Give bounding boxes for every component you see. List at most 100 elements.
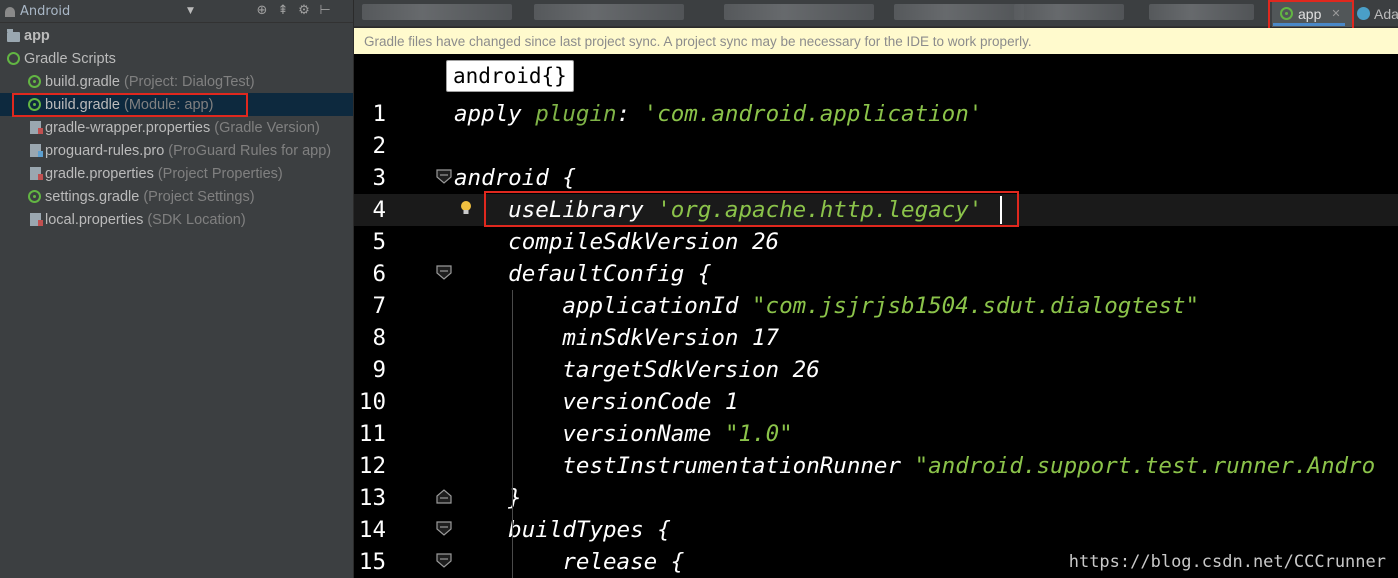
code-token: apply [454, 101, 536, 127]
line-number: 2 [372, 133, 386, 159]
string-literal: "com.jsjrjsb1504.sdut.dialogtest" [752, 293, 1200, 319]
code-token: android { [454, 165, 576, 191]
string-literal: "android.support.test.runner.Andro [914, 453, 1376, 479]
tree-item-app[interactable]: app [0, 24, 353, 47]
tree-item-gradle-scripts[interactable]: Gradle Scripts [0, 47, 353, 70]
gradle-file-icon [28, 190, 41, 203]
line-number: 5 [372, 229, 386, 255]
line-number: 7 [372, 293, 386, 319]
code-line[interactable]: 2 [354, 130, 1398, 162]
lightbulb-icon[interactable] [460, 200, 472, 216]
tab-next[interactable]: Ada [1353, 0, 1398, 27]
tree-item-hint: (ProGuard Rules for app) [168, 142, 332, 159]
code-token: applicationId [454, 293, 753, 319]
code-text: apply plugin: 'com.android.application' [454, 98, 982, 130]
line-number: 10 [358, 389, 386, 415]
line-number: 4 [372, 197, 386, 223]
tree-item-settings-gradle[interactable]: settings.gradle (Project Settings) [0, 185, 353, 208]
line-number: 14 [358, 517, 386, 543]
tree-item-label: settings.gradle [45, 188, 140, 205]
tree-item-gradle-wrapper-properties[interactable]: gradle-wrapper.properties (Gradle Versio… [0, 116, 353, 139]
tree-item-build-gradle-project[interactable]: build.gradle (Project: DialogTest) [0, 70, 353, 93]
code-text: buildTypes { [454, 514, 671, 546]
code-line[interactable]: 11 versionName "1.0" [354, 418, 1398, 450]
fold-end-icon[interactable] [436, 489, 452, 504]
line-number: 11 [358, 421, 386, 447]
tree-item-label: gradle.properties [45, 165, 154, 182]
code-line[interactable]: 8 minSdkVersion 17 [354, 322, 1398, 354]
fold-marker-icon[interactable] [436, 553, 452, 568]
sync-target-icon[interactable]: ⊕ [255, 3, 269, 18]
tab-obscured[interactable] [534, 4, 684, 20]
code-editor[interactable]: android{} 1 apply plugin: 'com.android.ap… [354, 54, 1398, 578]
code-line[interactable]: 3 android { [354, 162, 1398, 194]
class-icon [1357, 7, 1370, 20]
tab-obscured[interactable] [1149, 4, 1254, 20]
gear-icon[interactable]: ⚙ [297, 3, 311, 18]
code-token: testInstrumentationRunner [454, 453, 915, 479]
line-number: 8 [372, 325, 386, 351]
code-text: targetSdkVersion 26 [454, 354, 820, 386]
code-text: versionCode 1 [454, 386, 738, 418]
code-line[interactable]: 1 apply plugin: 'com.android.application' [354, 98, 1398, 130]
tree-item-hint: (Project Settings) [143, 188, 255, 205]
code-token: versionCode 1 [454, 389, 739, 415]
code-line[interactable]: 7 applicationId "com.jsjrjsb1504.sdut.di… [354, 290, 1398, 322]
fold-marker-icon[interactable] [436, 521, 452, 536]
line-number: 15 [358, 549, 386, 575]
line-number: 3 [372, 165, 386, 191]
collapse-all-icon[interactable]: ⇞ [276, 3, 290, 18]
code-line[interactable]: 10 versionCode 1 [354, 386, 1398, 418]
tab-obscured[interactable] [1014, 4, 1124, 20]
code-text: defaultConfig { [454, 258, 711, 290]
code-text: versionName "1.0" [454, 418, 792, 450]
code-line[interactable]: 6 defaultConfig { [354, 258, 1398, 290]
project-panel: Android ▼ ⊕ ⇞ ⚙ ⊢ app Gradle Scripts bui… [0, 0, 354, 578]
tab-obscured[interactable] [894, 4, 1024, 20]
string-literal: 'com.android.application' [643, 101, 983, 127]
indent-guide [512, 290, 513, 578]
fold-marker-icon[interactable] [436, 169, 452, 184]
code-line[interactable]: 9 targetSdkVersion 26 [354, 354, 1398, 386]
code-text: applicationId "com.jsjrjsb1504.sdut.dial… [454, 290, 1199, 322]
fold-marker-icon[interactable] [436, 265, 452, 280]
code-token: defaultConfig { [454, 261, 712, 287]
code-token: compileSdkVersion 26 [454, 229, 780, 255]
folder-icon [7, 28, 20, 42]
gradle-file-icon [28, 75, 41, 88]
properties-file-icon [30, 213, 43, 226]
code-text: minSdkVersion 17 [454, 322, 779, 354]
tab-obscured[interactable] [362, 4, 512, 20]
code-line[interactable]: 5 compileSdkVersion 26 [354, 226, 1398, 258]
line-number: 1 [372, 101, 386, 127]
editor-tab-strip: app ✕ Ada [354, 0, 1398, 27]
hide-panel-icon[interactable]: ⊢ [318, 3, 332, 18]
tab-label: Ada [1374, 5, 1398, 22]
keyword-token: plugin [535, 101, 617, 127]
code-token: targetSdkVersion 26 [454, 357, 820, 383]
highlight-box [484, 191, 1019, 227]
project-view-selector[interactable]: Android [20, 4, 70, 19]
code-token: versionName [454, 421, 725, 447]
tree-item-label: local.properties [45, 211, 144, 228]
code-token: : [616, 101, 644, 127]
project-tree: app Gradle Scripts build.gradle (Project… [0, 24, 353, 231]
tree-item-gradle-properties[interactable]: gradle.properties (Project Properties) [0, 162, 353, 185]
line-number: 13 [358, 485, 386, 511]
chevron-down-icon[interactable]: ▼ [187, 6, 194, 16]
code-line[interactable]: 12 testInstrumentationRunner "android.su… [354, 450, 1398, 482]
code-text: compileSdkVersion 26 [454, 226, 779, 258]
code-line[interactable]: 14 buildTypes { [354, 514, 1398, 546]
code-token: buildTypes { [454, 517, 671, 543]
tree-item-label: proguard-rules.pro [45, 142, 165, 159]
line-number: 12 [358, 453, 386, 479]
breadcrumb[interactable]: android{} [446, 60, 574, 92]
tree-item-proguard-rules[interactable]: proguard-rules.pro (ProGuard Rules for a… [0, 139, 353, 162]
highlight-box [12, 93, 248, 117]
tree-item-label: app [24, 27, 50, 44]
tab-obscured[interactable] [724, 4, 874, 20]
line-number: 6 [372, 261, 386, 287]
properties-file-icon [30, 167, 43, 180]
tree-item-local-properties[interactable]: local.properties (SDK Location) [0, 208, 353, 231]
code-line[interactable]: 13 } [354, 482, 1398, 514]
